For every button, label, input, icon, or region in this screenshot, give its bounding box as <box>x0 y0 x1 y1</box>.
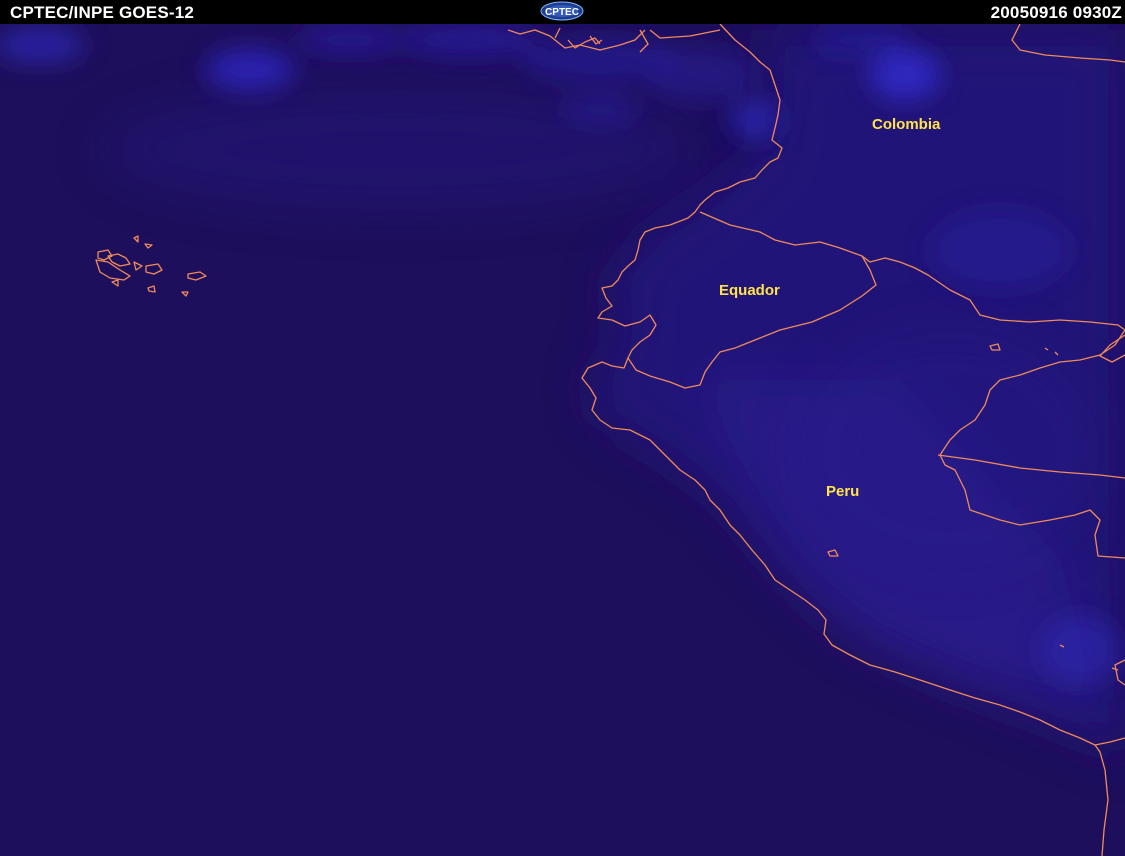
timestamp: 20050916 0930Z <box>990 3 1122 22</box>
header-bar: CPTEC/INPE GOES-12 CPTEC 20050916 0930Z <box>0 0 1125 24</box>
country-label-colombia: Colombia <box>872 116 941 133</box>
satellite-title: CPTEC/INPE GOES-12 <box>10 3 195 22</box>
svg-text:CPTEC: CPTEC <box>545 7 579 18</box>
satellite-map <box>0 0 1125 856</box>
country-label-equador: Equador <box>719 282 780 299</box>
cptec-logo: CPTEC <box>540 1 584 21</box>
satellite-image-frame: CPTEC/INPE GOES-12 CPTEC 20050916 0930Z … <box>0 0 1125 856</box>
country-label-peru: Peru <box>826 483 860 500</box>
